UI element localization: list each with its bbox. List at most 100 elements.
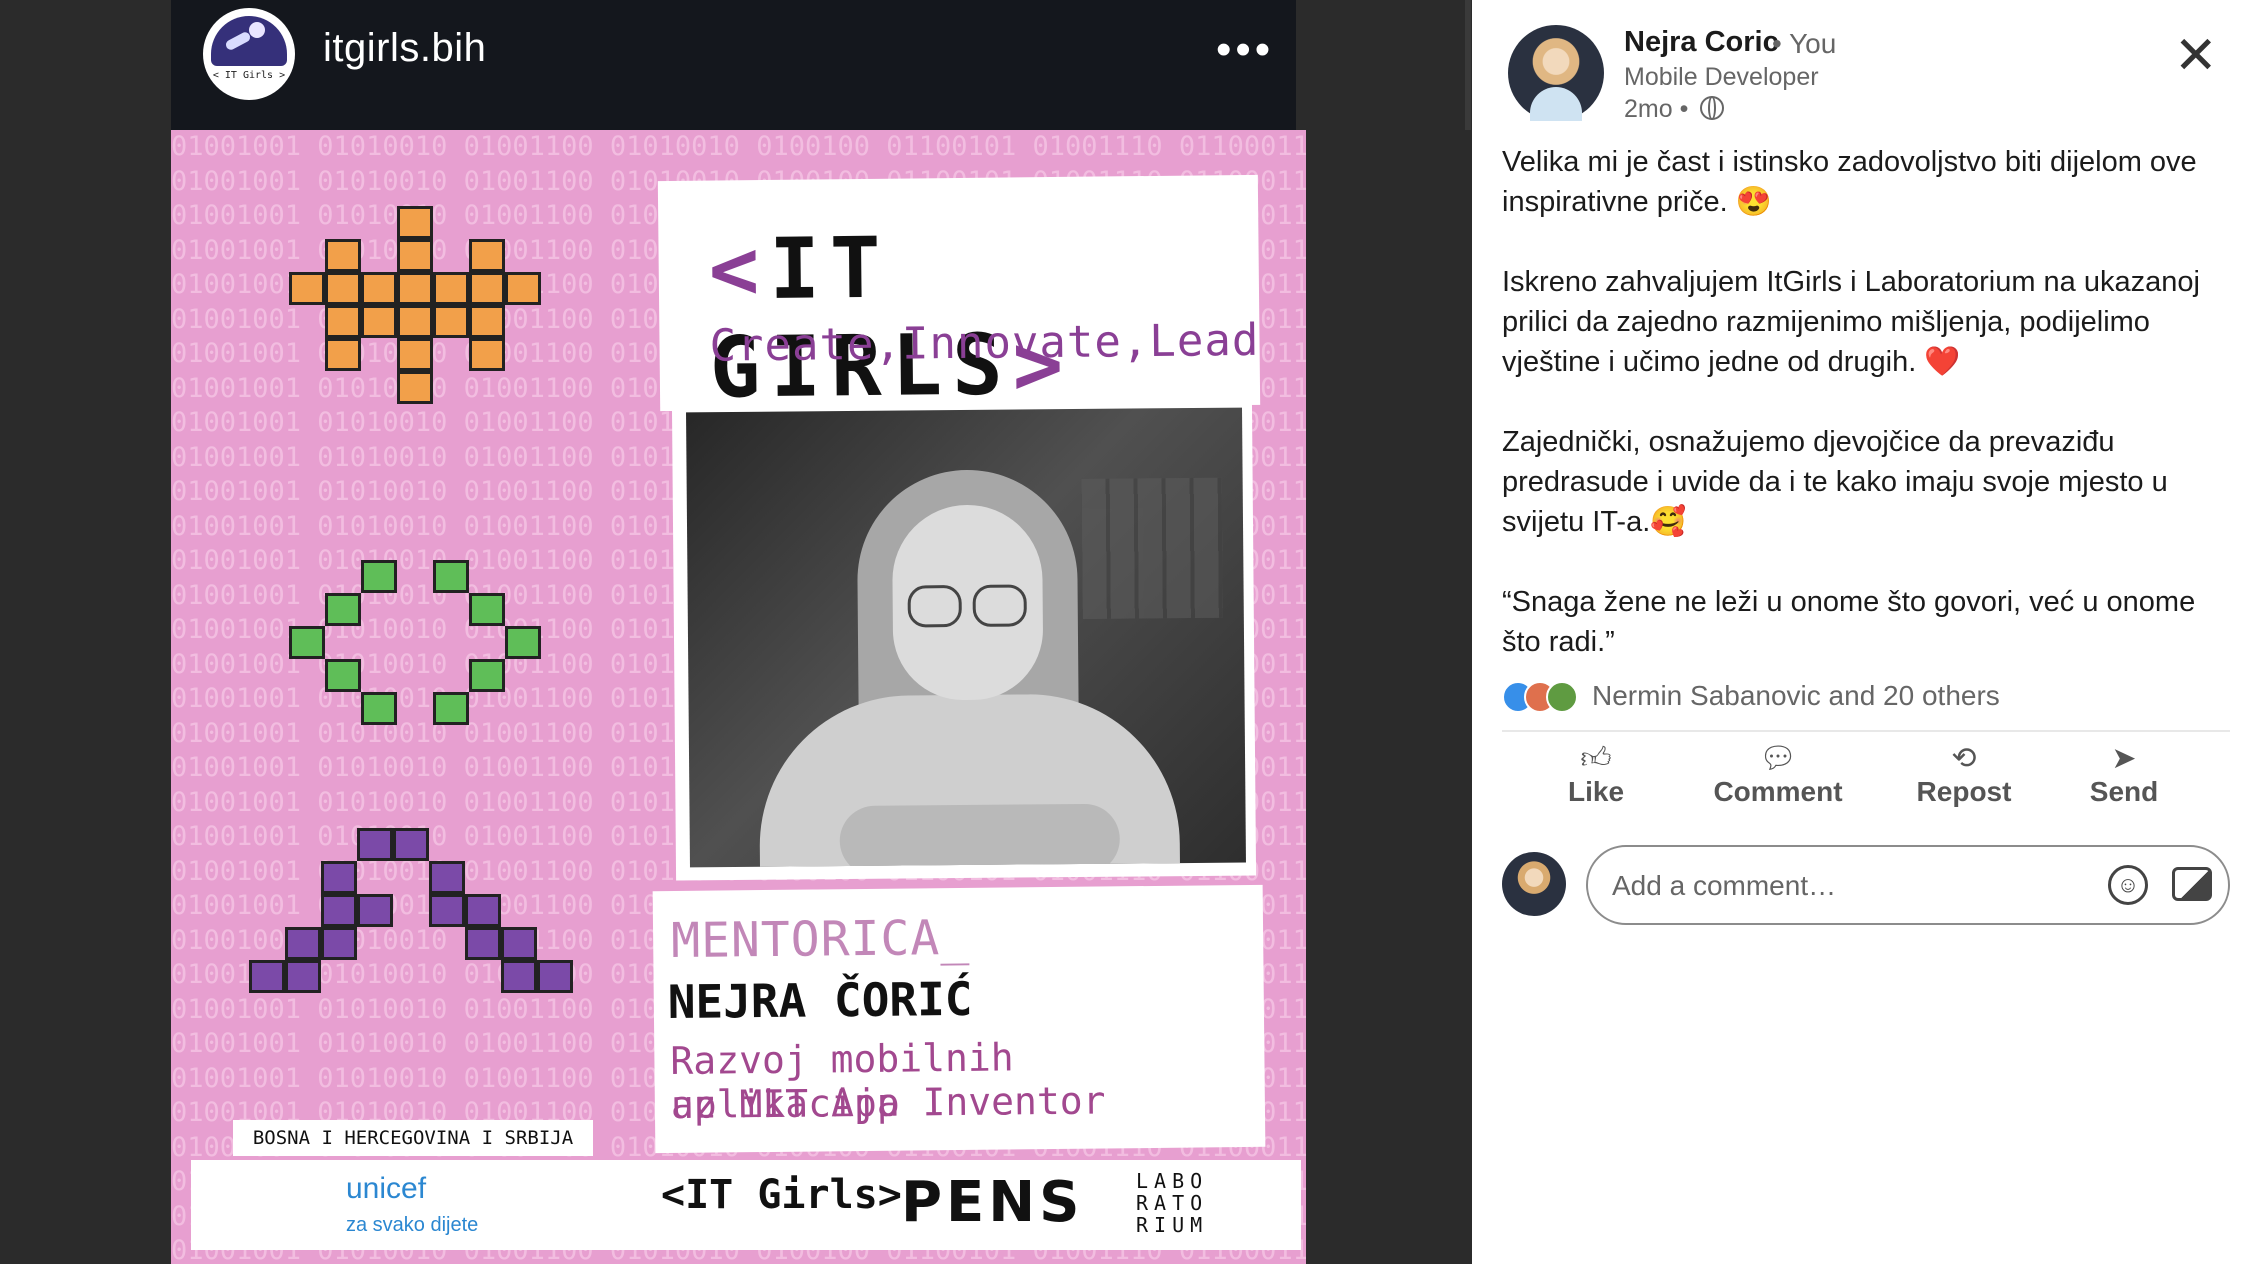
- my-avatar: [1502, 852, 1566, 916]
- pixel-block: [285, 960, 321, 993]
- pixel-block: [325, 659, 361, 692]
- title-bracket-open: <: [708, 219, 770, 319]
- pixel-block: [285, 927, 321, 960]
- mentor-photo: [686, 407, 1246, 868]
- laboratorium-logo: LABO RATO RIUM: [1136, 1169, 1209, 1237]
- like-button[interactable]: 👍︎ Like: [1524, 742, 1668, 808]
- itgirls-logo: <IT Girls>: [661, 1172, 902, 1218]
- comment-input[interactable]: [1610, 865, 2064, 907]
- unicef-logo: unicef: [346, 1172, 427, 1205]
- divider: [1502, 730, 2230, 732]
- pixel-block: [289, 272, 325, 305]
- pixel-block: [433, 272, 469, 305]
- background-window: [1081, 477, 1223, 619]
- support-reaction-icon: [1546, 681, 1578, 713]
- pixel-block: [469, 659, 505, 692]
- ellipsis-icon[interactable]: •••: [1216, 28, 1274, 72]
- pixel-block: [469, 272, 505, 305]
- sponsor-footer: unicef za svako dijete <IT Girls> PENS L…: [191, 1160, 1301, 1250]
- pixel-block: [505, 626, 541, 659]
- pixel-block: [289, 626, 325, 659]
- pixel-block: [397, 371, 433, 404]
- thumbs-up-icon: 👍︎: [1580, 742, 1612, 775]
- image-icon[interactable]: [2172, 867, 2212, 901]
- pixel-block: [433, 305, 469, 338]
- pixel-block: [361, 305, 397, 338]
- pixel-block: [325, 305, 361, 338]
- unicef-subtitle: za svako dijete: [346, 1214, 479, 1236]
- author-avatar[interactable]: [1508, 25, 1604, 121]
- pixel-block: [433, 560, 469, 593]
- emoji-icon[interactable]: ☺: [2108, 865, 2148, 905]
- pixel-block: [469, 239, 505, 272]
- pixel-block: [505, 272, 541, 305]
- pixel-block: [393, 828, 429, 861]
- pixel-block: [469, 305, 505, 338]
- repost-label: Repost: [1916, 776, 2012, 807]
- pixel-block: [501, 927, 537, 960]
- post-paragraph: Iskreno zahvaljujem ItGirls i Laboratori…: [1502, 266, 2200, 378]
- post-text: Velika mi je čast i istinsko zadovoljstv…: [1502, 142, 2232, 702]
- pixel-block: [501, 960, 537, 993]
- pixel-block: [249, 960, 285, 993]
- pixel-block: [321, 861, 357, 894]
- author-headline: Mobile Developer: [1624, 63, 1819, 91]
- pixel-block: [325, 338, 361, 371]
- reactions-count[interactable]: Nermin Sabanovic and 20 others: [1592, 680, 2000, 712]
- title-card: <IT GIRLS> Create,Innovate,Lead: [657, 174, 1261, 417]
- pixel-block: [321, 927, 357, 960]
- pixel-block: [397, 206, 433, 239]
- pixel-block: [397, 239, 433, 272]
- pixel-block: [361, 272, 397, 305]
- glasses-left: [907, 585, 962, 628]
- photo-arms: [839, 803, 1121, 868]
- pixel-block: [325, 593, 361, 626]
- pixel-block: [429, 861, 465, 894]
- post-image: 01001001 01010010 01001100 01010010 0100…: [171, 130, 1306, 1264]
- pixel-block: [469, 338, 505, 371]
- repost-icon: ⟲: [1951, 742, 1977, 775]
- post-paragraph: Velika mi je čast i istinsko zadovoljstv…: [1502, 146, 2197, 218]
- pixel-block: [397, 338, 433, 371]
- you-label: • You: [1772, 28, 1837, 59]
- course-line-2: uz MIT App Inventor: [670, 1078, 1106, 1128]
- post-paragraph: Zajednički, osnažujemo djevojčice da pre…: [1502, 426, 2168, 538]
- post-time: 2mo •: [1624, 95, 1689, 123]
- scrollbar[interactable]: [1465, 0, 1471, 130]
- pixel-block: [397, 305, 433, 338]
- close-icon[interactable]: ✕: [2174, 30, 2218, 82]
- comment-box[interactable]: ☺: [1586, 845, 2230, 925]
- moon-icon: [249, 22, 265, 38]
- pixel-block: [433, 692, 469, 725]
- avatar-label: < IT Girls >: [212, 70, 286, 81]
- account-avatar[interactable]: < IT Girls >: [203, 8, 295, 100]
- post-header: < IT Girls > itgirls.bih •••: [171, 0, 1471, 130]
- send-label: Send: [2089, 776, 2159, 807]
- pens-logo: PENS: [901, 1170, 1084, 1235]
- mentor-name: NEJRA ČORIĆ: [667, 971, 973, 1030]
- pixel-block: [325, 272, 361, 305]
- post-paragraph: “Snaga žene ne leži u onome što govori, …: [1502, 586, 2196, 658]
- avatar-sky: [211, 16, 287, 66]
- like-label: Like: [1567, 776, 1625, 807]
- pixel-block: [361, 560, 397, 593]
- pixel-block: [465, 894, 501, 927]
- pixel-block: [397, 272, 433, 305]
- comment-button[interactable]: 💬︎ Comment: [1696, 742, 1860, 808]
- pixel-block: [325, 239, 361, 272]
- role-label: MENTORICA_: [670, 909, 971, 970]
- glasses-right: [972, 584, 1027, 627]
- repost-button[interactable]: ⟲ Repost: [1892, 742, 2036, 808]
- poster-tagline: Create,Innovate,Lead: [709, 314, 1260, 372]
- author-name[interactable]: Nejra Coric: [1624, 26, 1779, 59]
- pixel-block: [469, 593, 505, 626]
- account-name[interactable]: itgirls.bih: [323, 26, 486, 71]
- photo-card: [671, 395, 1257, 881]
- send-button[interactable]: ➤ Send: [2054, 742, 2194, 808]
- comment-icon: 💬︎: [1758, 742, 1798, 775]
- pixel-block: [537, 960, 573, 993]
- pixel-block: [357, 828, 393, 861]
- globe-icon: [1700, 96, 1724, 120]
- avatar-body: [1530, 87, 1582, 121]
- pixel-block: [321, 894, 357, 927]
